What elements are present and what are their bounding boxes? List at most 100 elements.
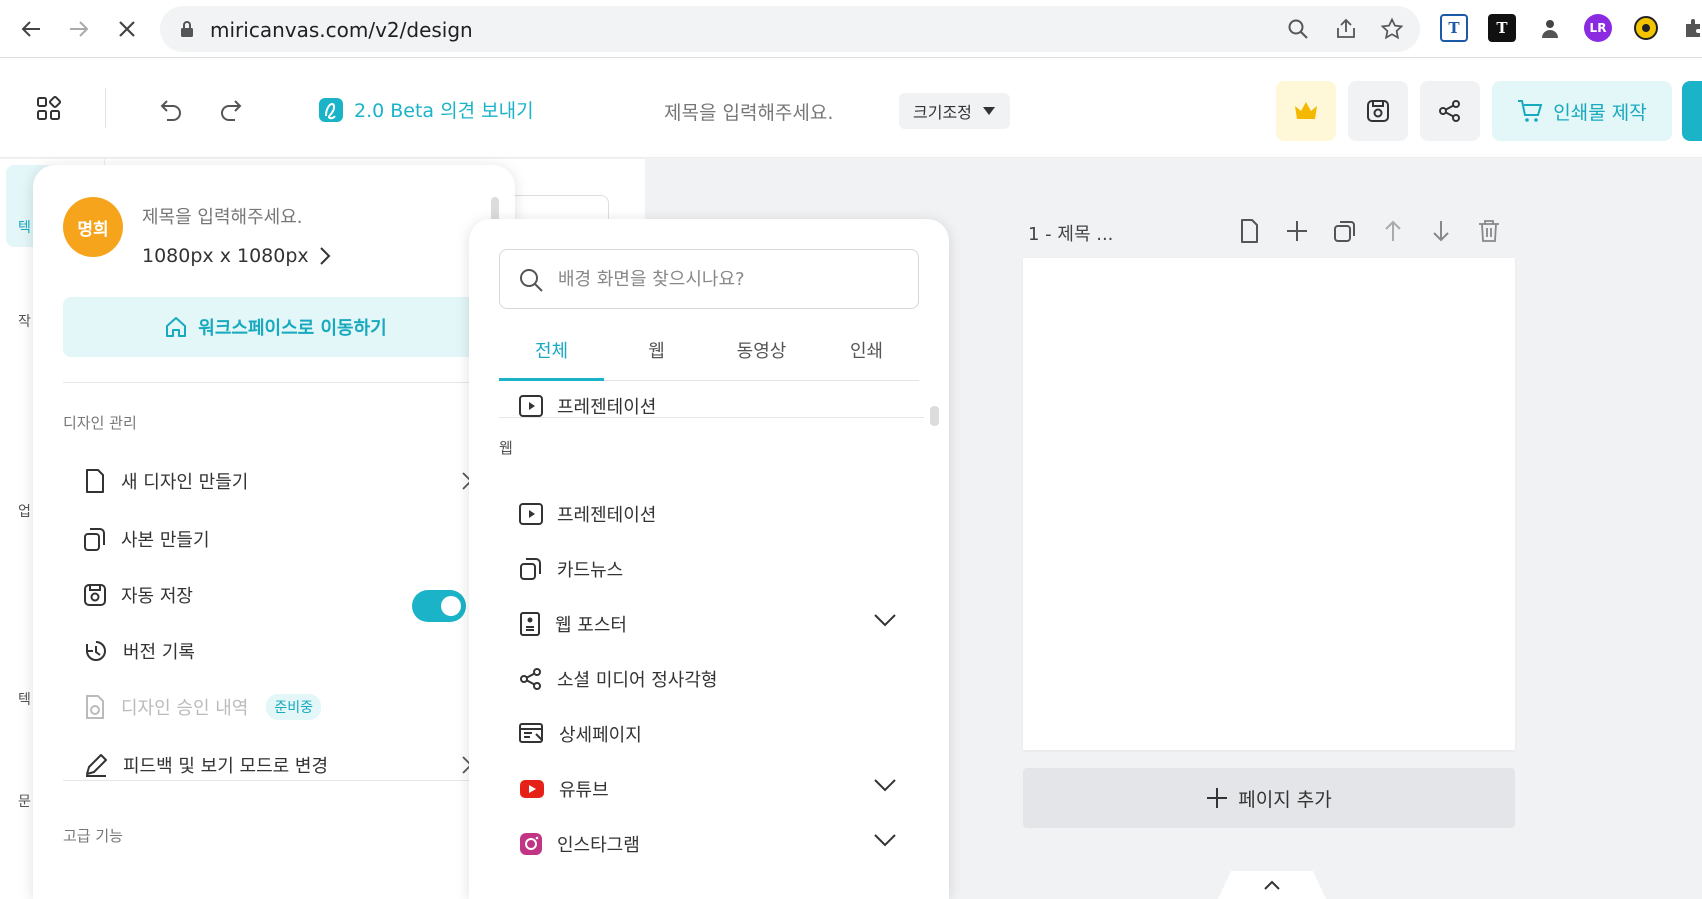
extensions-puzzle-icon[interactable] xyxy=(1680,14,1702,42)
list-item-presentation[interactable]: 프레젠테이션 xyxy=(519,497,909,531)
page-panel-toggle[interactable] xyxy=(1218,871,1326,899)
search-icon[interactable] xyxy=(1286,17,1310,41)
menu-section-design: 디자인 관리 xyxy=(63,414,137,432)
save-button[interactable] xyxy=(1348,81,1408,141)
add-page-icon[interactable] xyxy=(1284,218,1310,244)
back-button[interactable] xyxy=(14,12,48,46)
chevron-down-icon[interactable] xyxy=(873,613,897,627)
add-page-button[interactable]: 페이지 추가 xyxy=(1023,768,1515,828)
chevron-down-icon[interactable] xyxy=(873,833,897,847)
extension-t-icon[interactable]: T xyxy=(1440,14,1468,42)
download-button[interactable] xyxy=(1682,81,1702,141)
move-down-icon[interactable] xyxy=(1428,218,1454,244)
premium-button[interactable] xyxy=(1276,81,1336,141)
cart-icon xyxy=(1518,100,1543,122)
share-icon[interactable] xyxy=(1334,17,1358,41)
list-item-label: 상세페이지 xyxy=(559,725,642,746)
list-item-label: 웹 포스터 xyxy=(555,615,627,636)
version-history-item[interactable]: 버전 기록 xyxy=(83,633,473,669)
autosave-toggle[interactable] xyxy=(412,590,466,622)
list-item-social-square[interactable]: 소셜 미디어 정사각형 xyxy=(519,662,909,696)
new-design-item[interactable]: 새 디자인 만들기 xyxy=(83,463,473,499)
duplicate-page-icon[interactable] xyxy=(1332,218,1358,244)
approval-history-item: 디자인 승인 내역 준비중 xyxy=(83,689,473,725)
menu-design-title[interactable]: 제목을 입력해주세요. xyxy=(142,203,302,229)
menu-divider xyxy=(63,780,488,781)
list-item-card-news[interactable]: 카드뉴스 xyxy=(519,552,909,586)
submenu-divider xyxy=(499,417,924,418)
resize-label: 크기조정 xyxy=(913,103,972,122)
delete-page-icon[interactable] xyxy=(1476,218,1502,244)
extension-person-icon[interactable] xyxy=(1536,14,1564,42)
crown-icon xyxy=(1295,102,1317,119)
stop-loading-button[interactable] xyxy=(110,12,144,46)
search-icon xyxy=(520,269,543,292)
list-item-web-poster[interactable]: 웹 포스터 xyxy=(519,607,909,641)
submenu-section-web: 웹 xyxy=(499,439,513,457)
template-search-box[interactable] xyxy=(499,249,919,309)
extension-lr-icon[interactable]: LR xyxy=(1584,14,1612,42)
sidebar-label: 텍 xyxy=(18,220,31,236)
share-nodes-icon xyxy=(1439,100,1460,122)
beta-feedback-link[interactable]: 2.0 Beta 의견 보내기 xyxy=(318,96,534,123)
list-item-label: 카드뉴스 xyxy=(557,560,624,581)
new-design-submenu: 전체 웹 동영상 인쇄 프레젠테이션 웹 프레젠테이션 카드뉴스 웹 포스터 소… xyxy=(469,219,949,899)
undo-icon xyxy=(160,100,181,121)
forward-button[interactable] xyxy=(62,12,96,46)
list-item-youtube[interactable]: 유튜브 xyxy=(519,772,909,806)
template-search-input[interactable] xyxy=(558,264,898,294)
submenu-scrollbar[interactable] xyxy=(930,406,939,426)
go-to-workspace-label: 워크스페이스로 이동하기 xyxy=(198,318,387,339)
lock-icon xyxy=(181,21,193,37)
app-header: 2.0 Beta 의견 보내기 제목을 입력해주세요. 크기조정 인쇄물 제작 xyxy=(0,58,1702,158)
page-title[interactable]: 1 - 제목 ... xyxy=(1028,220,1113,246)
go-to-workspace-button[interactable]: 워크스페이스로 이동하기 xyxy=(63,297,488,357)
star-icon[interactable] xyxy=(1380,17,1404,41)
grid-icon xyxy=(37,96,62,120)
page-note-icon[interactable] xyxy=(1236,218,1262,244)
redo-button[interactable] xyxy=(218,96,244,122)
apps-grid-button[interactable] xyxy=(36,96,62,122)
new-design-label: 새 디자인 만들기 xyxy=(121,472,249,493)
browser-toolbar: miricanvas.com/v2/design T T LR xyxy=(0,0,1702,58)
undo-button[interactable] xyxy=(158,96,184,122)
extension-t-black-icon[interactable]: T xyxy=(1488,14,1516,42)
sidebar-label: 작 xyxy=(18,314,31,330)
list-item-instagram[interactable]: 인스타그램 xyxy=(519,827,909,861)
share-button[interactable] xyxy=(1420,81,1480,141)
home-icon xyxy=(166,317,187,337)
share-nodes-icon xyxy=(520,668,541,690)
history-icon xyxy=(86,641,106,661)
document-icon xyxy=(86,469,104,493)
feedback-mode-item[interactable]: 피드백 및 보기 모드로 변경 xyxy=(83,747,473,783)
make-copy-item[interactable]: 사본 만들기 xyxy=(83,521,473,557)
extension-gear-icon[interactable] xyxy=(1632,14,1660,42)
tab-web[interactable]: 웹 xyxy=(604,331,709,380)
menu-design-size[interactable]: 1080px x 1080px xyxy=(142,245,331,267)
approval-history-label: 디자인 승인 내역 xyxy=(121,698,249,719)
resize-dropdown[interactable]: 크기조정 xyxy=(899,93,1010,129)
tab-all[interactable]: 전체 xyxy=(499,331,604,381)
detail-page-icon xyxy=(519,723,543,743)
url-text: miricanvas.com/v2/design xyxy=(210,18,473,42)
design-menu-panel: 명희 제목을 입력해주세요. 1080px x 1080px 워크스페이스로 이… xyxy=(33,165,515,899)
autosave-label: 자동 저장 xyxy=(121,586,193,607)
print-order-button[interactable]: 인쇄물 제작 xyxy=(1492,81,1672,141)
tab-print[interactable]: 인쇄 xyxy=(814,331,919,380)
copy-icon xyxy=(520,558,541,580)
design-title-input[interactable]: 제목을 입력해주세요. xyxy=(664,98,833,125)
header-divider xyxy=(105,88,106,128)
avatar: 명희 xyxy=(63,197,123,257)
sidebar-label: 텍 xyxy=(18,692,31,708)
design-size-label: 1080px x 1080px xyxy=(142,245,309,267)
address-bar[interactable]: miricanvas.com/v2/design xyxy=(160,6,1420,52)
move-up-icon[interactable] xyxy=(1380,218,1406,244)
design-canvas[interactable] xyxy=(1023,258,1515,750)
chevron-right-icon xyxy=(319,247,331,265)
list-item-detail-page[interactable]: 상세페이지 xyxy=(519,717,909,751)
arrow-right-icon xyxy=(70,21,89,37)
chevron-down-icon[interactable] xyxy=(873,778,897,792)
tab-video[interactable]: 동영상 xyxy=(709,331,814,380)
list-item-label: 유튜브 xyxy=(559,780,609,801)
close-icon xyxy=(119,21,135,37)
